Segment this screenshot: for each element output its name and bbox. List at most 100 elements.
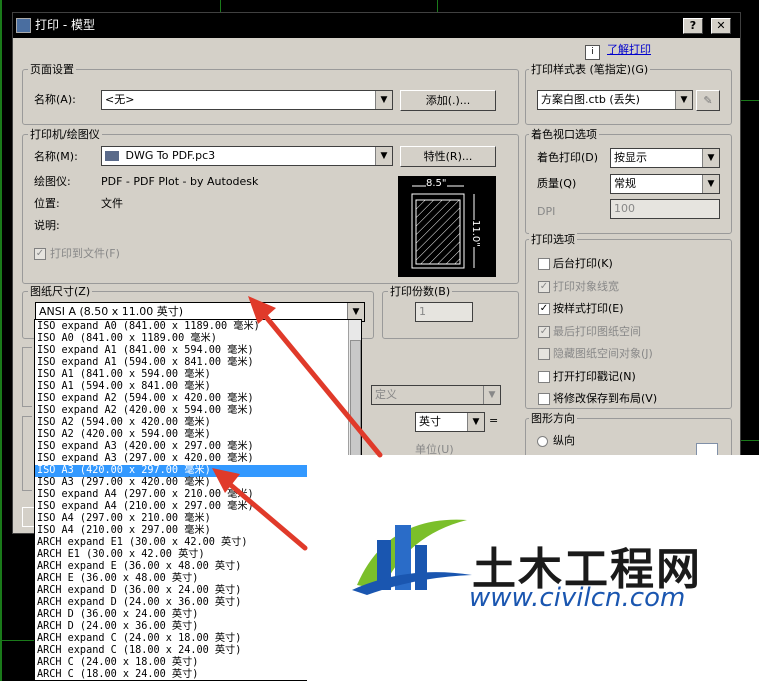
paper-size-option[interactable]: ARCH E (36.00 x 48.00 英寸) xyxy=(37,573,198,585)
paper-size-option[interactable]: ARCH E1 (30.00 x 42.00 英寸) xyxy=(37,549,205,561)
printer-name-select[interactable]: DWG To PDF.pc3 ▼ xyxy=(101,146,393,166)
brand-url: www.civilcn.com xyxy=(469,583,686,613)
paper-size-option[interactable]: ARCH D (24.00 x 36.00 英寸) xyxy=(37,621,198,633)
paper-size-option[interactable]: ARCH C (24.00 x 18.00 英寸) xyxy=(37,657,198,669)
unit-select[interactable]: 英寸 ▼ xyxy=(415,412,485,432)
quality-value: 常规 xyxy=(614,177,636,190)
window-title: 打印 - 模型 xyxy=(35,18,95,32)
plot-option-checkbox[interactable]: ✓ xyxy=(538,325,550,338)
paper-size-option[interactable]: ISO A3 (420.00 x 297.00 毫米) xyxy=(35,465,310,477)
paper-preview: 8.5" 11.0" xyxy=(398,176,496,277)
printer-name-label: 名称(M): xyxy=(34,150,78,163)
scale-custom-value: 定义 xyxy=(375,388,397,401)
paper-size-option[interactable]: ISO expand A3 (420.00 x 297.00 毫米) xyxy=(37,441,254,453)
style-table-title: 打印样式表 (笔指定)(G) xyxy=(529,63,651,76)
paper-size-option[interactable]: ISO expand A3 (297.00 x 420.00 毫米) xyxy=(37,453,254,465)
quality-select[interactable]: 常规 ▼ xyxy=(610,174,720,194)
plot-option-label: 最后打印图纸空间 xyxy=(553,324,641,338)
paper-size-option[interactable]: ISO A2 (594.00 x 420.00 毫米) xyxy=(37,417,211,429)
paper-size-option[interactable]: ARCH expand C (18.00 x 24.00 英寸) xyxy=(37,645,241,657)
printer-title: 打印机/绘图仪 xyxy=(28,128,102,141)
paper-size-option[interactable]: ARCH C (18.00 x 24.00 英寸) xyxy=(37,669,198,680)
dpi-input[interactable]: 100 xyxy=(610,199,720,219)
paper-size-option[interactable]: ISO A4 (297.00 x 210.00 毫米) xyxy=(37,513,211,525)
plot-option-checkbox[interactable]: ✓ xyxy=(538,303,550,315)
learn-print-link[interactable]: 了解打印 xyxy=(607,43,651,57)
paper-size-option[interactable]: ISO expand A4 (210.00 x 297.00 毫米) xyxy=(37,501,254,513)
plot-option-checkbox[interactable] xyxy=(538,393,550,405)
properties-button[interactable]: 特性(R)... xyxy=(400,146,496,167)
paper-size-option[interactable]: ISO A1 (841.00 x 594.00 毫米) xyxy=(37,369,211,381)
plotter-label: 绘图仪: xyxy=(34,175,71,188)
cad-grid-line xyxy=(741,100,759,101)
paper-size-option[interactable]: ARCH expand E (36.00 x 48.00 英寸) xyxy=(37,561,241,573)
chevron-down-icon: ▼ xyxy=(483,386,500,404)
paper-size-option[interactable]: ARCH D (36.00 x 24.00 英寸) xyxy=(37,609,198,621)
paper-preview-graphic xyxy=(411,185,475,269)
style-table-select[interactable]: 方案白图.ctb (丢失) ▼ xyxy=(537,90,693,110)
paper-size-option[interactable]: ISO expand A2 (594.00 x 420.00 毫米) xyxy=(37,393,254,405)
plot-option-checkbox[interactable]: ✓ xyxy=(538,280,550,293)
cad-grid-line xyxy=(220,0,221,12)
paper-size-value: ANSI A (8.50 x 11.00 英寸) xyxy=(39,305,184,318)
paper-size-title: 图纸尺寸(Z) xyxy=(28,285,93,298)
plot-option-checkbox[interactable] xyxy=(538,348,550,360)
orientation-title: 图形方向 xyxy=(529,412,577,425)
cad-grid-line xyxy=(437,0,438,12)
plot-option-label: 打开打印戳记(N) xyxy=(553,369,636,383)
copies-input[interactable]: 1 xyxy=(415,302,473,322)
watermark-panel: 土木工程网 www.civilcn.com xyxy=(307,455,759,681)
paper-size-option[interactable]: ISO expand A1 (841.00 x 594.00 毫米) xyxy=(37,345,254,357)
paper-size-option[interactable]: ISO A2 (420.00 x 594.00 毫米) xyxy=(37,429,211,441)
plot-option-label: 打印对象线宽 xyxy=(553,279,619,293)
paper-size-option[interactable]: ARCH expand C (24.00 x 18.00 英寸) xyxy=(37,633,241,645)
paper-size-option[interactable]: ISO expand A2 (420.00 x 594.00 毫米) xyxy=(37,405,254,417)
print-to-file-checkbox[interactable]: ✓ xyxy=(34,248,46,260)
shade-plot-value: 按显示 xyxy=(614,151,647,164)
paper-size-option[interactable]: ISO A4 (210.00 x 297.00 毫米) xyxy=(37,525,211,537)
hidden-group-stub xyxy=(22,416,32,491)
plot-option-label: 将修改保存到布局(V) xyxy=(553,392,658,405)
chevron-down-icon: ▼ xyxy=(467,413,484,431)
scale-select[interactable]: 定义 ▼ xyxy=(371,385,501,405)
add-button[interactable]: 添加(.)... xyxy=(400,90,496,111)
pen-icon: ✎ xyxy=(703,94,713,107)
paper-size-option[interactable]: ISO expand A1 (594.00 x 841.00 毫米) xyxy=(37,357,254,369)
hidden-group-stub xyxy=(22,347,32,407)
location-label: 位置: xyxy=(34,197,60,210)
portrait-radio[interactable] xyxy=(537,436,548,447)
paper-size-option[interactable]: ARCH expand D (24.00 x 36.00 英寸) xyxy=(37,597,241,609)
plot-option-label: 按样式打印(E) xyxy=(553,302,624,315)
paper-size-option[interactable]: ISO A1 (594.00 x 841.00 毫米) xyxy=(37,381,211,393)
info-icon: i xyxy=(585,45,600,60)
paper-size-option[interactable]: ISO expand A0 (841.00 x 1189.00 毫米) xyxy=(37,321,260,333)
help-button[interactable]: ? xyxy=(683,18,703,34)
paper-size-option[interactable]: ISO expand A4 (297.00 x 210.00 毫米) xyxy=(37,489,254,501)
printer-icon xyxy=(105,151,119,161)
paper-size-option[interactable]: ISO A3 (297.00 x 420.00 毫米) xyxy=(37,477,211,489)
location-value: 文件 xyxy=(101,197,123,210)
paper-size-option[interactable]: ISO A0 (841.00 x 1189.00 毫米) xyxy=(37,333,217,345)
preview-height-label: 11.0" xyxy=(470,220,481,247)
edit-style-button[interactable]: ✎ xyxy=(696,90,720,111)
print-to-file-label: 打印到文件(F) xyxy=(50,247,120,260)
plot-option-label: 后台打印(K) xyxy=(553,257,613,270)
cad-grid-line xyxy=(741,440,759,441)
copies-value: 1 xyxy=(419,305,426,318)
paper-size-option[interactable]: ARCH expand D (36.00 x 24.00 英寸) xyxy=(37,585,241,597)
preview-width-label: 8.5" xyxy=(426,178,447,189)
portrait-label: 纵向 xyxy=(553,434,575,447)
plot-option-checkbox[interactable] xyxy=(538,258,550,270)
page-setup-name-select[interactable]: <无> ▼ xyxy=(101,90,393,110)
chevron-down-icon: ▼ xyxy=(375,91,392,109)
shade-plot-select[interactable]: 按显示 ▼ xyxy=(610,148,720,168)
copies-title: 打印份数(B) xyxy=(388,285,453,298)
unit-value: 英寸 xyxy=(419,415,441,428)
paper-size-option[interactable]: ARCH expand E1 (30.00 x 42.00 英寸) xyxy=(37,537,248,549)
plot-options-title: 打印选项 xyxy=(529,233,577,246)
description-label: 说明: xyxy=(34,219,60,232)
cad-grid-line xyxy=(0,0,2,681)
dpi-label: DPI xyxy=(537,205,556,218)
close-button[interactable]: ✕ xyxy=(711,18,731,34)
plot-option-checkbox[interactable] xyxy=(538,370,550,383)
